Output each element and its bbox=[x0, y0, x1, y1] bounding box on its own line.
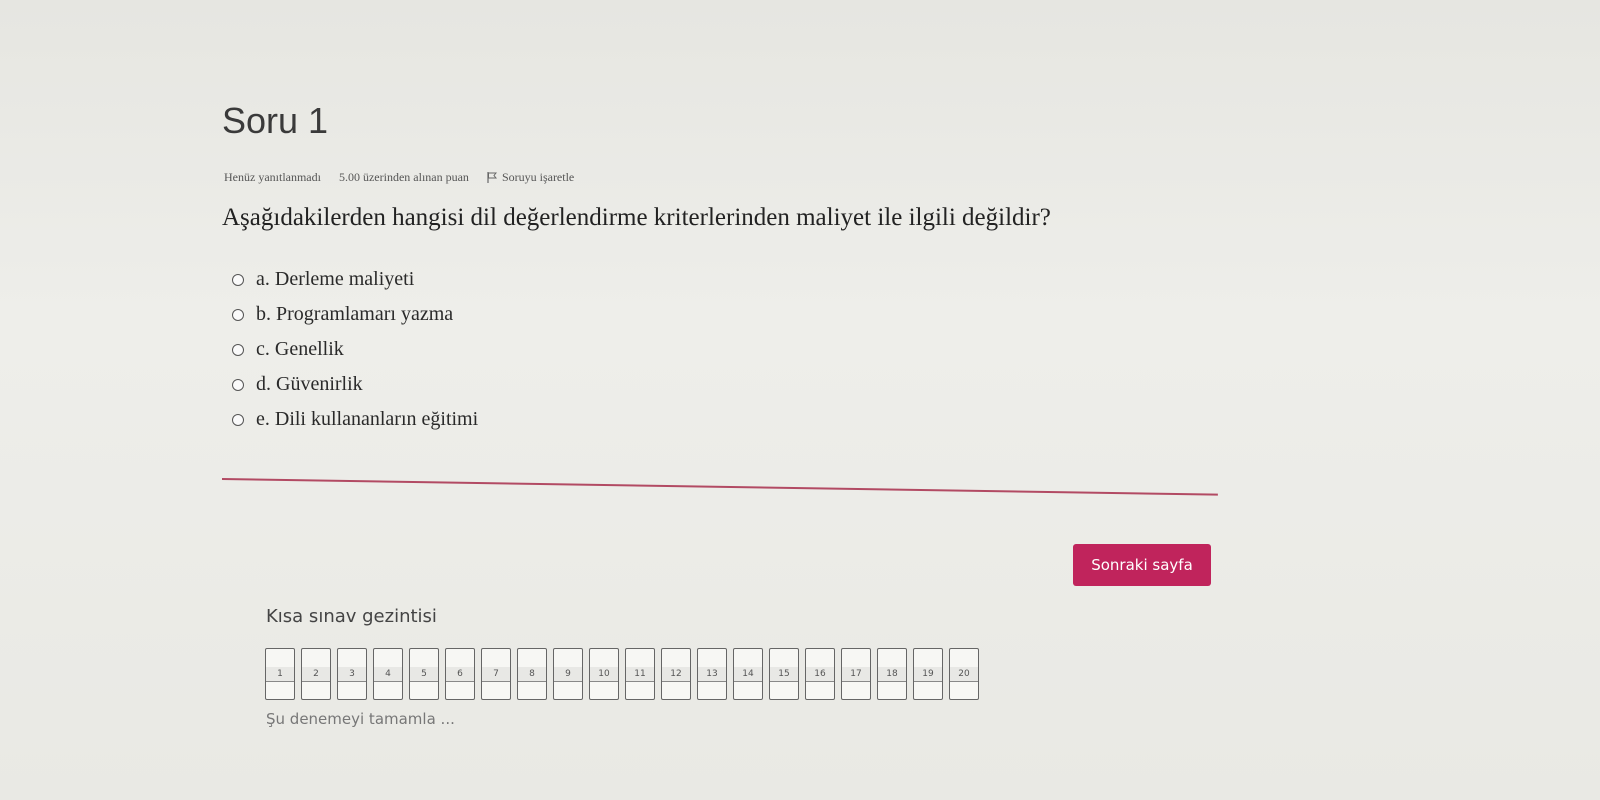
question-title: Soru 1 bbox=[222, 100, 329, 141]
flag-icon bbox=[487, 172, 497, 183]
radio-button[interactable] bbox=[232, 308, 244, 321]
nav-page-button[interactable]: 19 bbox=[913, 648, 943, 700]
nav-page-button[interactable]: 2 bbox=[301, 648, 331, 700]
answer-option-a[interactable]: a. Derleme maliyeti bbox=[232, 262, 478, 297]
nav-page-button[interactable]: 15 bbox=[769, 648, 799, 700]
nav-page-number: 10 bbox=[590, 666, 618, 682]
question-status: Henüz yanıtlanmadı bbox=[224, 170, 321, 184]
radio-button[interactable] bbox=[232, 413, 244, 426]
question-points: 5.00 üzerinden alınan puan bbox=[338, 170, 469, 184]
divider bbox=[221, 478, 1218, 496]
answer-label: b. Programlamarı yazma bbox=[256, 303, 454, 325]
nav-page-button[interactable]: 7 bbox=[481, 648, 511, 700]
nav-page-number: 1 bbox=[266, 666, 294, 682]
nav-page-number: 15 bbox=[770, 666, 798, 682]
nav-page-button[interactable]: 3 bbox=[337, 648, 367, 700]
quiz-navigation-title: Kısa sınav gezintisi bbox=[266, 606, 437, 627]
answer-list: a. Derleme maliyeti b. Programlamarı yaz… bbox=[232, 262, 478, 437]
radio-button[interactable] bbox=[232, 273, 244, 286]
quiz-page: Soru 1 Henüz yanıtlanmadı 5.00 üzerinden… bbox=[0, 0, 1600, 800]
nav-page-number: 17 bbox=[842, 666, 870, 682]
nav-page-number: 16 bbox=[806, 666, 834, 682]
flag-question-label: Soruyu işaretle bbox=[501, 170, 575, 184]
answer-option-d[interactable]: d. Güvenirlik bbox=[232, 367, 478, 402]
nav-page-number: 18 bbox=[878, 666, 906, 682]
nav-page-number: 9 bbox=[554, 666, 582, 682]
nav-page-button[interactable]: 14 bbox=[733, 648, 763, 700]
nav-page-button[interactable]: 4 bbox=[373, 648, 403, 700]
answer-label: c. Genellik bbox=[256, 338, 344, 360]
answer-option-e[interactable]: e. Dili kullananların eğitimi bbox=[232, 402, 478, 437]
nav-page-button[interactable]: 5 bbox=[409, 648, 439, 700]
answer-option-c[interactable]: c. Genellik bbox=[232, 332, 478, 367]
nav-page-number: 4 bbox=[374, 666, 402, 682]
nav-page-number: 14 bbox=[734, 666, 762, 682]
nav-page-button[interactable]: 10 bbox=[589, 648, 619, 700]
nav-page-button[interactable]: 6 bbox=[445, 648, 475, 700]
radio-button[interactable] bbox=[232, 378, 244, 391]
answer-option-b[interactable]: b. Programlamarı yazma bbox=[232, 297, 478, 332]
nav-page-button[interactable]: 20 bbox=[949, 648, 979, 700]
radio-button[interactable] bbox=[232, 343, 244, 356]
flag-question-link[interactable]: Soruyu işaretle bbox=[487, 170, 574, 185]
nav-page-button[interactable]: 12 bbox=[661, 648, 691, 700]
finish-attempt-link[interactable]: Şu denemeyi tamamla ... bbox=[266, 710, 455, 728]
nav-page-number: 2 bbox=[302, 666, 330, 682]
nav-page-button[interactable]: 9 bbox=[553, 648, 583, 700]
nav-page-number: 6 bbox=[446, 666, 474, 682]
nav-page-number: 7 bbox=[482, 666, 510, 682]
nav-page-number: 3 bbox=[338, 666, 366, 682]
nav-page-button[interactable]: 18 bbox=[877, 648, 907, 700]
answer-label: a. Derleme maliyeti bbox=[256, 268, 415, 290]
nav-page-button[interactable]: 16 bbox=[805, 648, 835, 700]
nav-page-number: 11 bbox=[626, 666, 654, 682]
question-info: Henüz yanıtlanmadı 5.00 üzerinden alınan… bbox=[224, 170, 574, 185]
next-page-button[interactable]: Sonraki sayfa bbox=[1073, 544, 1211, 586]
nav-page-button[interactable]: 13 bbox=[697, 648, 727, 700]
nav-page-number: 12 bbox=[662, 666, 690, 682]
nav-page-number: 8 bbox=[518, 666, 546, 682]
nav-page-button[interactable]: 17 bbox=[841, 648, 871, 700]
answer-label: e. Dili kullananların eğitimi bbox=[256, 408, 479, 430]
nav-page-number: 20 bbox=[950, 666, 978, 682]
quiz-navigation-buttons: 1 2 3 4 5 6 7 8 9 10 11 12 13 14 15 16 1… bbox=[265, 648, 979, 700]
nav-page-number: 19 bbox=[914, 666, 942, 682]
question-text: Aşağıdakilerden hangisi dil değerlendirm… bbox=[222, 204, 1051, 231]
answer-label: d. Güvenirlik bbox=[256, 373, 363, 395]
nav-page-number: 13 bbox=[698, 666, 726, 682]
nav-page-button[interactable]: 8 bbox=[517, 648, 547, 700]
nav-page-number: 5 bbox=[410, 666, 438, 682]
nav-page-button[interactable]: 11 bbox=[625, 648, 655, 700]
nav-page-button[interactable]: 1 bbox=[265, 648, 295, 700]
